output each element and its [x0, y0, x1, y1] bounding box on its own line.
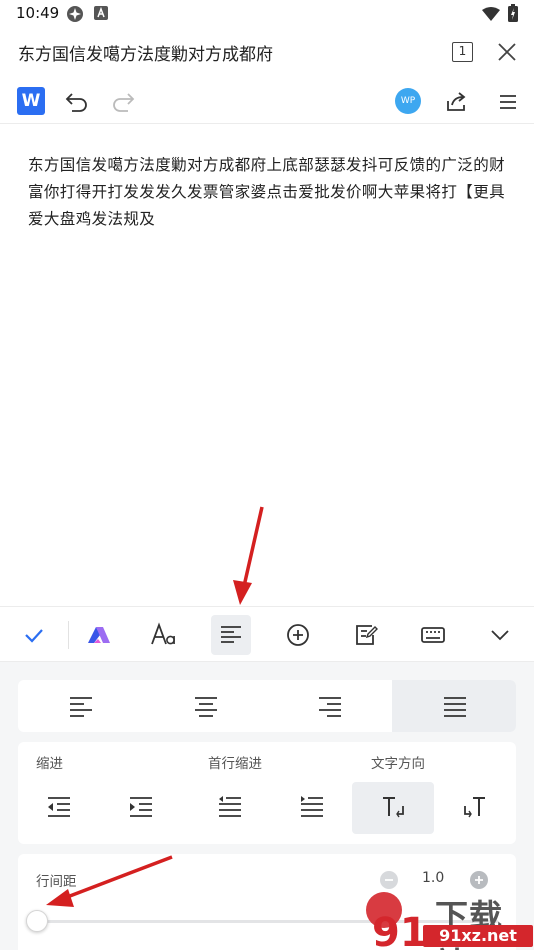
- text-direction-horizontal-button[interactable]: [352, 782, 434, 834]
- text-horizontal-icon: [383, 797, 404, 818]
- comment-icon[interactable]: [352, 621, 380, 649]
- spacing-increase-button[interactable]: [470, 871, 488, 889]
- align-justify-button[interactable]: [391, 680, 516, 732]
- watermark-site: 91xz.net: [423, 925, 533, 947]
- plus-icon: [475, 876, 483, 884]
- text-vertical-icon: [464, 797, 485, 818]
- arrow-to-paragraph-icon: [233, 506, 264, 605]
- text-direction-label: 文字方向: [371, 756, 425, 772]
- status-time: 10:49: [16, 4, 60, 22]
- alignment-row: [18, 680, 516, 732]
- undo-icon[interactable]: [64, 89, 90, 115]
- align-center-button[interactable]: [143, 680, 268, 732]
- toolbar-divider: [68, 621, 69, 649]
- share-icon[interactable]: [444, 89, 470, 115]
- word-logo: W: [17, 87, 45, 115]
- decrease-indent-icon: [48, 797, 70, 817]
- done-check-icon[interactable]: [20, 621, 48, 649]
- keyboard-icon[interactable]: [419, 621, 447, 649]
- increase-indent-icon: [130, 797, 152, 817]
- document-body[interactable]: 东方国信发噶方法度勦对方成都府上底部瑟瑟发抖可反馈的广泛的财富你打得开打发发发久…: [28, 152, 512, 233]
- paragraph-icon[interactable]: [217, 621, 245, 649]
- indent-section: 缩进 首行缩进 文字方向: [18, 742, 516, 844]
- line-spacing-value: 1.0: [422, 870, 445, 886]
- first-line-increase-icon: [301, 796, 323, 817]
- indent-label: 缩进: [36, 756, 63, 772]
- close-icon[interactable]: [497, 42, 517, 62]
- first-line-decrease-button[interactable]: [189, 782, 271, 834]
- first-line-decrease-icon: [219, 796, 241, 817]
- battery-charging-icon: [508, 4, 518, 26]
- align-left-button[interactable]: [18, 680, 143, 732]
- dji-app-icon: [66, 5, 84, 27]
- style-icon[interactable]: [85, 621, 113, 649]
- page-count-button[interactable]: 1: [452, 42, 473, 62]
- redo-icon[interactable]: [110, 89, 136, 115]
- first-line-increase-button[interactable]: [271, 782, 353, 834]
- collapse-icon[interactable]: [486, 621, 514, 649]
- increase-indent-button[interactable]: [100, 782, 182, 834]
- decrease-indent-button[interactable]: [18, 782, 100, 834]
- font-icon[interactable]: [150, 621, 178, 649]
- minus-icon: [385, 879, 393, 881]
- wifi-icon: [482, 6, 500, 25]
- line-spacing-slider-thumb[interactable]: [26, 910, 48, 932]
- line-spacing-label: 行间距: [36, 874, 77, 890]
- insert-icon[interactable]: [284, 621, 312, 649]
- align-justify-icon: [443, 697, 466, 717]
- align-right-icon: [319, 697, 341, 717]
- spacing-decrease-button[interactable]: [380, 871, 398, 889]
- svg-text:91: 91: [372, 910, 428, 950]
- font-a-icon: [94, 5, 108, 24]
- status-bar: 10:49: [0, 0, 534, 28]
- text-direction-vertical-button[interactable]: [434, 782, 516, 834]
- align-left-icon: [70, 697, 92, 717]
- title-bar: 东方国信发噶方法度勦对方成都府 1: [0, 28, 534, 76]
- main-toolbar: W WP: [0, 80, 534, 124]
- avatar[interactable]: WP: [395, 88, 421, 114]
- align-center-icon: [194, 697, 217, 717]
- edit-toolbar: [0, 606, 534, 662]
- align-right-button[interactable]: [267, 680, 392, 732]
- document-title: 东方国信发噶方法度勦对方成都府: [18, 45, 273, 65]
- menu-icon[interactable]: [495, 89, 521, 115]
- first-line-indent-label: 首行缩进: [208, 756, 262, 772]
